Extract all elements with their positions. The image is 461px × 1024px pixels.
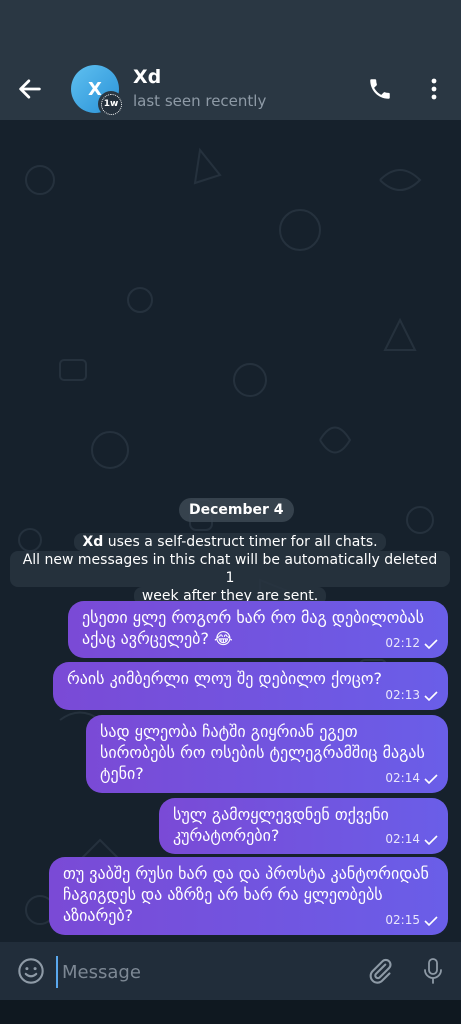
chat-header: X 1w Xd last seen recently: [0, 58, 461, 120]
message-time: 02:12: [385, 636, 420, 650]
timer-badge: 1w: [98, 91, 124, 117]
message-time: 02:14: [385, 771, 420, 785]
check-icon: [424, 915, 438, 926]
chat-status: last seen recently: [133, 92, 267, 110]
check-icon: [424, 834, 438, 845]
service-line-2: All new messages in this chat will be au…: [10, 551, 450, 587]
service-line-1: Xd uses a self-destruct timer for all ch…: [74, 533, 386, 551]
message-meta: 02:14: [385, 768, 438, 789]
phone-icon[interactable]: [367, 76, 393, 102]
message-input-bar: [0, 942, 461, 1000]
message-input[interactable]: [56, 956, 354, 988]
mic-icon[interactable]: [421, 957, 445, 985]
message-time: 02:14: [385, 832, 420, 846]
attach-icon[interactable]: [366, 957, 394, 985]
emoji-icon[interactable]: [17, 957, 45, 985]
message-meta: 02:14: [385, 829, 438, 850]
message-bubble[interactable]: რაის კიმბერლი ლოუ შე დებილო ქოცო? 02:13: [53, 662, 448, 710]
self-destruct-service-message: Xd uses a self-destruct timer for all ch…: [10, 533, 450, 605]
check-icon: [424, 773, 438, 784]
message-time: 02:15: [385, 913, 420, 927]
chat-area[interactable]: December 4 Xd uses a self-destruct timer…: [0, 120, 461, 942]
message-time: 02:13: [385, 688, 420, 702]
more-vertical-icon[interactable]: [424, 76, 444, 102]
message-bubble[interactable]: თუ ვაბშე რუსი ხარ და და პროსტა კანტორიდა…: [49, 857, 448, 935]
chat-title[interactable]: Xd: [133, 66, 161, 88]
message-meta: 02:13: [385, 685, 438, 706]
message-bubble[interactable]: სულ გამოყლევდნენ თქვენი კურატორები? 02:1…: [159, 798, 448, 854]
check-icon: [424, 690, 438, 701]
message-meta: 02:12: [385, 633, 438, 654]
message-text: სად ყლეობა ჩატში გიყრიან ეგეთ სირობებს რ…: [100, 722, 425, 783]
message-bubble[interactable]: ესეთი ყლე როგორ ხარ რო მაგ დებილობას აქა…: [68, 601, 448, 658]
timer-icon: 1w: [100, 93, 122, 115]
date-separator: December 4: [179, 498, 294, 522]
message-meta: 02:15: [385, 910, 438, 931]
service-user-name: Xd: [82, 534, 104, 550]
back-arrow-icon[interactable]: [16, 75, 44, 103]
message-text: რაის კიმბერლი ლოუ შე დებილო ქოცო?: [67, 669, 382, 688]
message-text: თუ ვაბშე რუსი ხარ და და პროსტა კანტორიდა…: [63, 864, 429, 925]
system-navigation-bar: [0, 1000, 461, 1024]
service-line-1-text: uses a self-destruct timer for all chats…: [103, 534, 378, 550]
check-icon: [424, 638, 438, 649]
message-text: ესეთი ყლე როგორ ხარ რო მაგ დებილობას აქა…: [82, 608, 425, 648]
message-bubble[interactable]: სად ყლეობა ჩატში გიყრიან ეგეთ სირობებს რ…: [86, 715, 448, 793]
status-bar: [0, 0, 461, 58]
